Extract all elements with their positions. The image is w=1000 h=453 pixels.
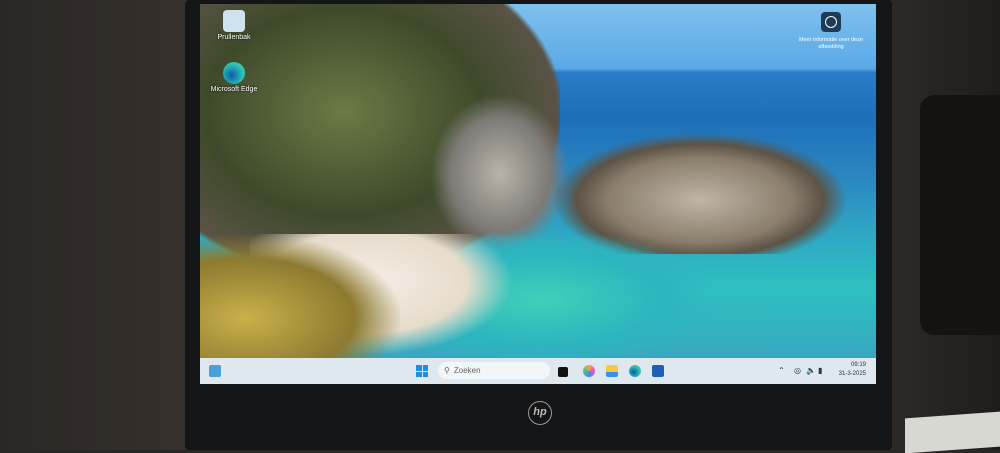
desktop-icon-recycle-bin[interactable]: Prullenbak bbox=[204, 10, 264, 41]
wallpaper-waterfall-cliff bbox=[430, 94, 570, 254]
desktop-icon-edge[interactable]: Microsoft Edge bbox=[204, 62, 264, 93]
background-paper bbox=[905, 411, 1000, 453]
copilot-icon[interactable] bbox=[583, 365, 595, 377]
taskbar: ⚲ Zoeken ⌃ ◎ 🔈 ▮ 09:19 31-3-2025 bbox=[200, 358, 876, 384]
screen: Prullenbak Microsoft Edge Meer informati… bbox=[200, 4, 876, 384]
volume-icon[interactable]: 🔈 bbox=[806, 366, 816, 375]
file-explorer-icon[interactable] bbox=[606, 365, 618, 377]
background-right bbox=[885, 0, 1000, 453]
clock-time: 09:19 bbox=[850, 362, 866, 368]
recycle-bin-icon bbox=[223, 10, 245, 32]
spotlight-learn-more[interactable]: Meer informatie over deze afbeelding bbox=[795, 12, 867, 51]
clock-date: 31-3-2025 bbox=[838, 371, 866, 377]
background-device bbox=[920, 95, 1000, 335]
edge-taskbar-icon[interactable] bbox=[629, 365, 641, 377]
task-view-icon[interactable] bbox=[558, 367, 568, 377]
network-icon[interactable]: ◎ bbox=[794, 366, 801, 375]
background-wall-left bbox=[0, 0, 190, 450]
spotlight-icon bbox=[821, 12, 841, 32]
chevron-up-icon[interactable]: ⌃ bbox=[778, 366, 785, 375]
spotlight-label: Meer informatie over deze afbeelding bbox=[799, 37, 863, 50]
edge-icon bbox=[223, 62, 245, 84]
edge-label: Microsoft Edge bbox=[210, 86, 258, 93]
battery-icon[interactable]: ▮ bbox=[818, 366, 822, 375]
store-icon[interactable] bbox=[652, 365, 664, 377]
wallpaper-grass bbox=[200, 234, 400, 374]
hp-logo: hp bbox=[528, 401, 552, 425]
search-icon: ⚲ bbox=[444, 366, 450, 375]
search-box[interactable]: ⚲ Zoeken bbox=[438, 362, 550, 379]
start-button[interactable] bbox=[416, 365, 428, 377]
widgets-icon[interactable] bbox=[209, 365, 221, 377]
search-placeholder: Zoeken bbox=[453, 366, 481, 375]
clock[interactable]: 09:19 31-3-2025 bbox=[839, 361, 866, 379]
recycle-bin-label: Prullenbak bbox=[217, 34, 251, 41]
